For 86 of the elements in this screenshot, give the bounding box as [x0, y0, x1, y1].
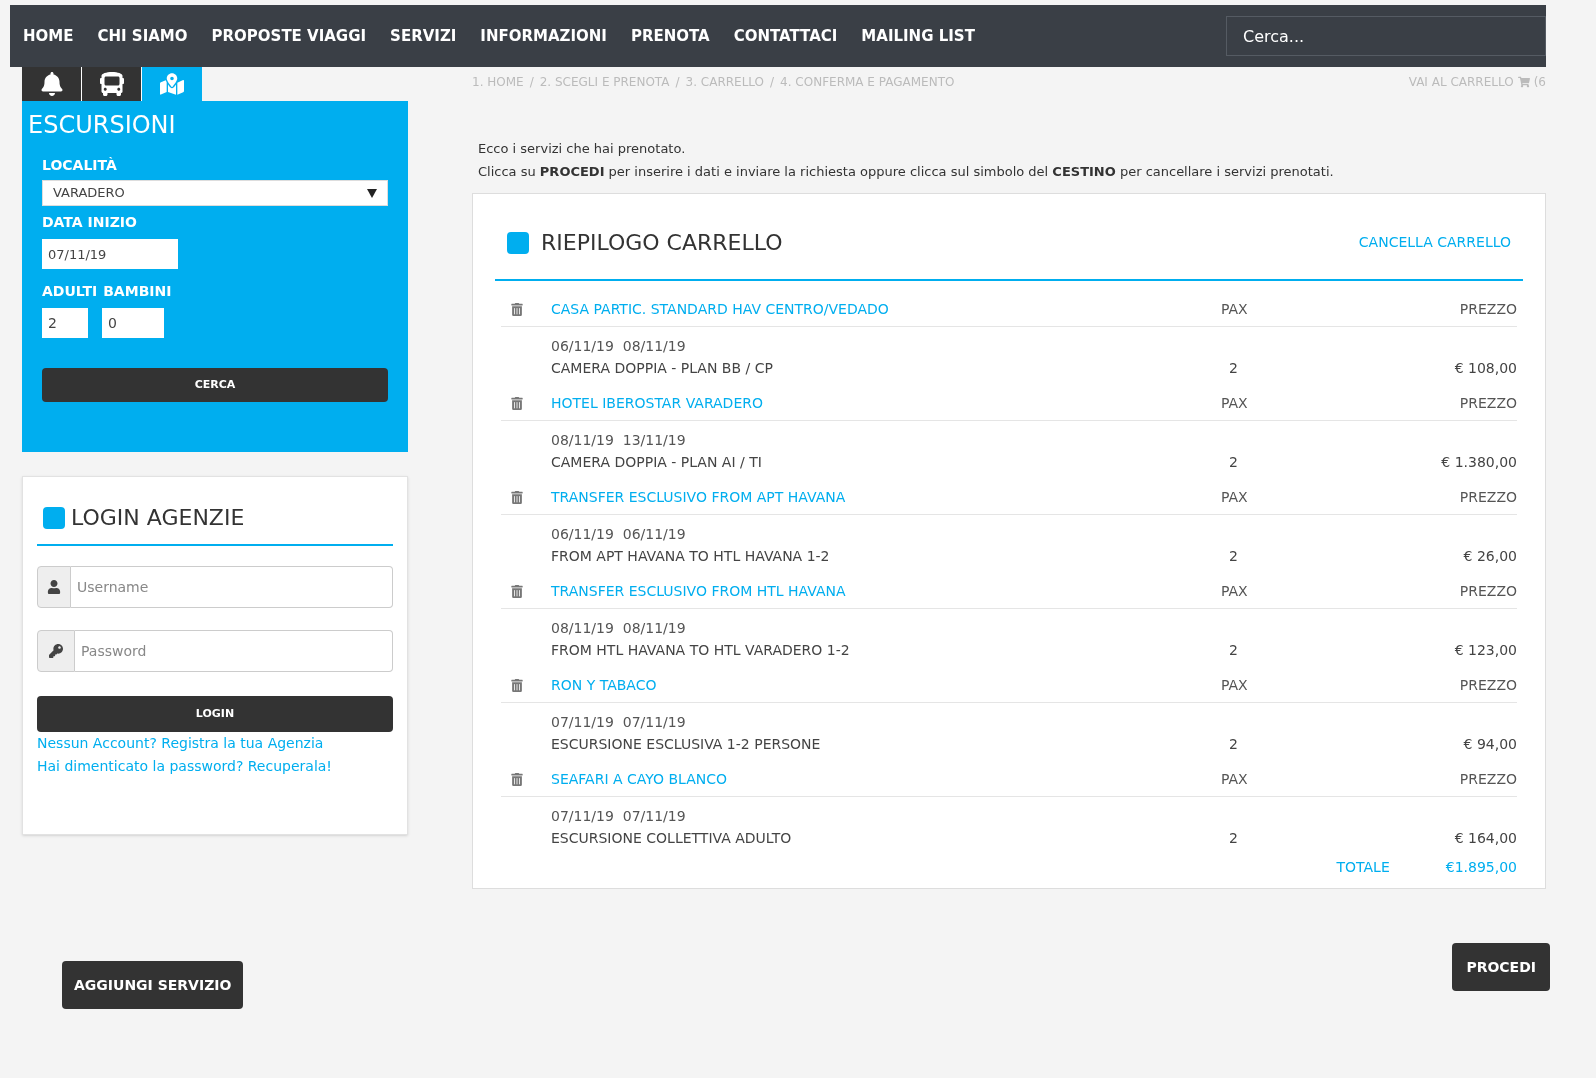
- field-label: LOCALITÀ: [42, 156, 118, 175]
- search-button[interactable]: CERCA: [42, 368, 388, 402]
- nav-link[interactable]: CHI SIAMO: [96, 24, 189, 48]
- service-price: € 1.380,00: [1440, 453, 1517, 472]
- pax-count: 2: [1228, 547, 1239, 566]
- trash-icon[interactable]: [511, 585, 523, 598]
- service-description: ESCURSIONE COLLETTIVA ADULTO: [551, 829, 792, 848]
- nav-link[interactable]: MAILING LIST: [860, 24, 976, 48]
- service-price: € 94,00: [1462, 735, 1517, 754]
- service-description: ESCURSIONE ESCLUSIVA 1-2 PERSONE: [551, 735, 821, 754]
- breadcrumb-separator: /: [529, 74, 534, 91]
- nav-link[interactable]: SERVIZI: [389, 24, 458, 48]
- service-description: CAMERA DOPPIA - PLAN BB / CP: [551, 359, 773, 378]
- service-price: € 164,00: [1453, 829, 1517, 848]
- category-tab[interactable]: [22, 67, 82, 101]
- username-field[interactable]: Username: [71, 566, 393, 608]
- nav-link[interactable]: PROPOSTE VIAGGI: [210, 24, 368, 48]
- service-price: € 108,00: [1453, 359, 1517, 378]
- service-description: FROM HTL HAVANA TO HTL VARADERO 1-2: [551, 641, 850, 660]
- column-label: PAX: [1221, 394, 1249, 413]
- trash-icon[interactable]: [511, 397, 523, 410]
- service-price: € 123,00: [1453, 641, 1517, 660]
- service-price: € 26,00: [1462, 547, 1517, 566]
- panel-title: ESCURSIONI: [28, 110, 177, 141]
- column-label: PREZZO: [1458, 300, 1517, 319]
- adults-field[interactable]: 2: [42, 308, 88, 338]
- field-label: BAMBINI: [103, 282, 172, 301]
- service-dates: 08/11/19 13/11/19: [551, 431, 687, 450]
- nav-link[interactable]: HOME: [22, 24, 75, 48]
- nav-link[interactable]: PRENOTA: [629, 24, 711, 48]
- add-service-button[interactable]: AGGIUNGI SERVIZIO: [62, 961, 244, 1009]
- column-label: PAX: [1221, 676, 1249, 695]
- column-label: PAX: [1221, 488, 1249, 507]
- pax-count: 2: [1228, 829, 1239, 848]
- column-label: PAX: [1221, 770, 1249, 789]
- service-description: CAMERA DOPPIA - PLAN AI / TI: [551, 453, 762, 472]
- column-label: PREZZO: [1458, 582, 1517, 601]
- service-dates: 08/11/19 08/11/19: [551, 619, 687, 638]
- nav-link[interactable]: INFORMAZIONI: [479, 24, 608, 48]
- intro-text: Clicca su PROCEDI per inserire i dati e inviare la richiesta oppure clicca sul simbolo del CESTINO per cancellare i servizi prenotati.: [478, 163, 1335, 181]
- breadcrumb-separator: /: [675, 74, 680, 91]
- service-dates: 07/11/19 07/11/19: [551, 713, 687, 732]
- children-field[interactable]: 0: [102, 308, 164, 338]
- map-icon: [160, 72, 184, 96]
- location-select[interactable]: VARADERO: [42, 180, 388, 206]
- column-label: PREZZO: [1458, 770, 1517, 789]
- pax-count: 2: [1228, 453, 1239, 472]
- search-field[interactable]: Cerca...: [1226, 16, 1546, 56]
- breadcrumb-separator: /: [770, 74, 775, 91]
- intro-text: Ecco i servizi che hai prenotato.: [478, 140, 687, 158]
- column-label: PAX: [1221, 300, 1249, 319]
- cart-icon: [1517, 76, 1530, 88]
- key-icon: [37, 630, 75, 672]
- field-label: DATA INIZIO: [42, 213, 138, 232]
- column-label: PREZZO: [1458, 394, 1517, 413]
- category-tab[interactable]: [82, 67, 142, 101]
- proceed-button[interactable]: PROCEDI: [1452, 943, 1550, 991]
- pax-count: 2: [1228, 359, 1239, 378]
- square-icon: [43, 506, 65, 529]
- service-description: FROM APT HAVANA TO HTL HAVANA 1-2: [551, 547, 830, 566]
- square-icon: [507, 231, 529, 254]
- bell-icon: [39, 72, 64, 96]
- trash-icon[interactable]: [511, 491, 523, 504]
- pax-count: 2: [1228, 735, 1239, 754]
- password-field[interactable]: Password: [75, 630, 393, 672]
- trash-icon[interactable]: [511, 773, 523, 786]
- trash-icon[interactable]: [511, 303, 523, 316]
- total-label: TOTALE: [1336, 858, 1390, 877]
- cart-title: RIEPILOGO CARRELLO: [541, 229, 783, 257]
- trash-icon[interactable]: [511, 679, 523, 692]
- pax-count: 2: [1228, 641, 1239, 660]
- column-label: PAX: [1221, 582, 1249, 601]
- card-title: LOGIN AGENZIE: [71, 504, 245, 532]
- nav-link[interactable]: CONTATTACI: [732, 24, 839, 48]
- field-label: ADULTI: [42, 282, 98, 301]
- service-dates: 06/11/19 06/11/19: [551, 525, 687, 544]
- total-amount: €1.895,00: [1445, 858, 1517, 877]
- login-button[interactable]: LOGIN: [37, 696, 393, 732]
- column-label: PREZZO: [1458, 488, 1517, 507]
- service-dates: 06/11/19 08/11/19: [551, 337, 687, 356]
- column-label: PREZZO: [1458, 676, 1517, 695]
- service-dates: 07/11/19 07/11/19: [551, 807, 687, 826]
- caret-icon: [367, 188, 377, 198]
- user-icon: [37, 566, 71, 608]
- bus-icon: [99, 72, 124, 96]
- date-field[interactable]: 07/11/19: [42, 239, 178, 269]
